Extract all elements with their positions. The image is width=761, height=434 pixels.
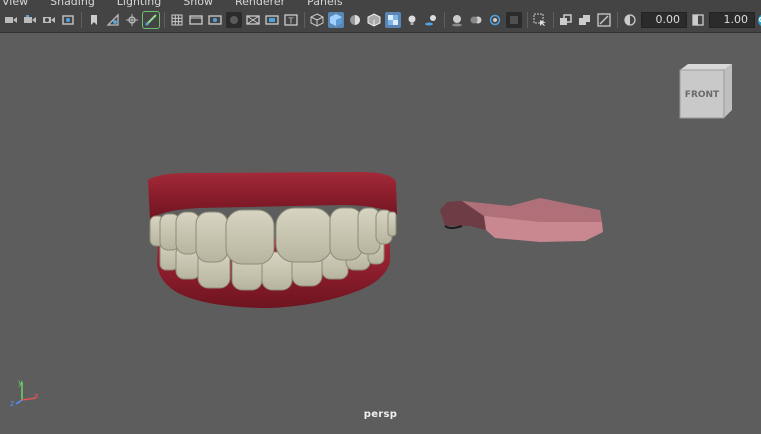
gamma-icon[interactable] (690, 12, 706, 28)
menu-renderer[interactable]: Renderer (235, 0, 285, 8)
3d-viewport[interactable]: y x z (0, 34, 761, 434)
menu-show[interactable]: Show (183, 0, 213, 8)
toolbar-separator (304, 12, 305, 28)
toolbar-separator (527, 12, 528, 28)
exposure-field[interactable]: 0.00 (641, 12, 687, 28)
viewcube-face-label: FRONT (685, 90, 720, 100)
menu-shading[interactable]: Shading (50, 0, 95, 8)
teeth-model[interactable] (148, 172, 397, 308)
default-material-icon[interactable] (347, 12, 363, 28)
menu-lighting[interactable]: Lighting (117, 0, 161, 8)
grid-icon[interactable] (169, 12, 185, 28)
gate-mask-icon[interactable] (226, 12, 242, 28)
xray-active-icon[interactable] (577, 12, 593, 28)
x-ray-icon[interactable] (385, 12, 401, 28)
camera-attributes-icon[interactable] (22, 12, 38, 28)
use-all-lights-icon[interactable] (404, 12, 420, 28)
image-plane-icon[interactable] (60, 12, 76, 28)
resolution-gate-icon[interactable] (207, 12, 223, 28)
camera-select-icon[interactable] (3, 12, 19, 28)
toolbar-separator (81, 12, 82, 28)
2d-pan-zoom-icon[interactable] (105, 12, 121, 28)
toolbar-separator (553, 12, 554, 28)
shadows-icon[interactable] (423, 12, 439, 28)
depth-of-field-icon[interactable] (506, 12, 522, 28)
axis-y-label: y (18, 378, 23, 387)
anti-aliasing-icon[interactable] (487, 12, 503, 28)
viewcube[interactable]: FRONT (676, 64, 734, 120)
safe-action-icon[interactable] (264, 12, 280, 28)
film-gate-icon[interactable] (188, 12, 204, 28)
axis-z-label: z (10, 399, 14, 408)
screen-space-ao-icon[interactable] (449, 12, 465, 28)
gamma-field[interactable]: 1.00 (709, 12, 755, 28)
axis-gizmo: y x z (10, 378, 39, 408)
viewport-menu-bar: View Shading Lighting Show Renderer Pane… (0, 0, 761, 8)
field-chart-icon[interactable] (245, 12, 261, 28)
menu-view[interactable]: View (2, 0, 28, 8)
axis-x-label: x (34, 391, 39, 400)
sketch-icon[interactable] (142, 11, 160, 29)
tongue-model[interactable] (440, 198, 603, 242)
svg-text:T: T (288, 17, 294, 26)
isolate-select-icon[interactable] (532, 12, 548, 28)
bookmark-camera-icon[interactable] (41, 12, 57, 28)
bookmark-icon[interactable] (86, 12, 102, 28)
viewport-toolbar: T 0.00 1.00 ON (0, 8, 761, 33)
camera-name-label: persp (363, 409, 398, 420)
wireframe-on-shaded-icon[interactable] (366, 12, 382, 28)
safe-title-icon[interactable]: T (283, 12, 299, 28)
grease-pencil-icon[interactable] (124, 12, 140, 28)
smooth-shade-icon[interactable] (328, 12, 344, 28)
menu-panels[interactable]: Panels (307, 0, 342, 8)
wireframe-icon[interactable] (309, 12, 325, 28)
toolbar-separator (617, 12, 618, 28)
motion-blur-icon[interactable] (468, 12, 484, 28)
toolbar-separator (444, 12, 445, 28)
toolbar-separator (164, 12, 165, 28)
exposure-icon[interactable] (622, 12, 638, 28)
resolution-icon[interactable] (596, 12, 612, 28)
xray-joints-icon[interactable] (558, 12, 574, 28)
